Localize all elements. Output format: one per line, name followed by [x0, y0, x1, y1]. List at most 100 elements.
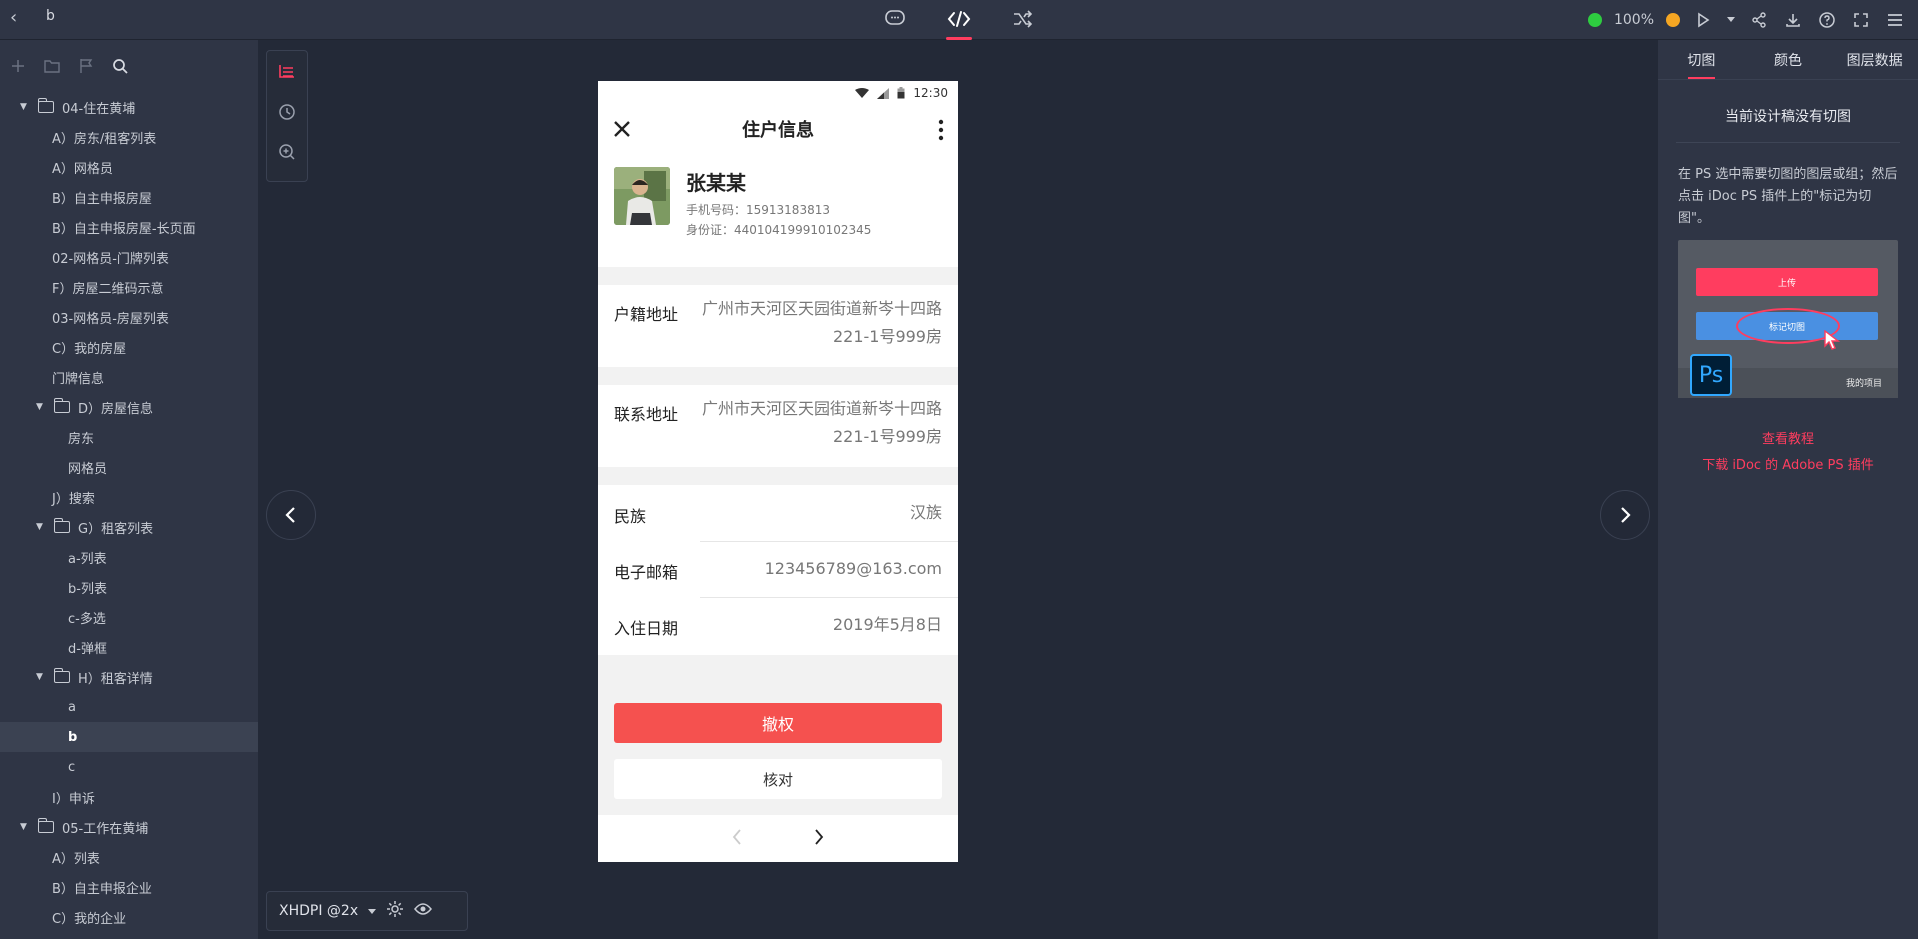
tree-page[interactable]: A）列表 [0, 842, 258, 872]
tree-page[interactable]: c [0, 752, 258, 782]
tree-item-label: c [68, 759, 76, 775]
zoom-out-icon[interactable] [1587, 13, 1602, 27]
tree-folder[interactable]: ▼ 05-工作在黄埔 [0, 812, 258, 842]
detail-list: 民族 汉族 电子邮箱 123456789@163.com 入住日期 2019年5… [598, 485, 958, 655]
tree-item-label: D）房屋信息 [78, 401, 154, 417]
folder-icon [37, 818, 54, 833]
tree-page[interactable]: 门牌信息 [0, 362, 258, 392]
chevron-down-icon[interactable]: ▼ [36, 522, 46, 532]
history-icon[interactable] [278, 103, 296, 125]
play-icon[interactable] [1692, 9, 1714, 31]
fullscreen-icon[interactable] [1850, 9, 1872, 31]
tree-page[interactable]: 03-网格员-房屋列表 [0, 302, 258, 332]
right-panel: 切图 颜色 图层数据 当前设计稿没有切图 在 PS 选中需要切图的图层或组；然后… [1658, 40, 1918, 939]
tree-item-label: B）自主申报房屋 [52, 191, 152, 207]
tree-page[interactable]: C）我的企业 [0, 902, 258, 932]
close-icon[interactable] [610, 117, 634, 141]
comment-icon[interactable] [880, 4, 910, 34]
battery-icon [897, 87, 905, 99]
tree-page[interactable]: B）自主申报企业 [0, 872, 258, 902]
settings-icon[interactable] [386, 900, 404, 922]
tree-page[interactable]: b-列表 [0, 572, 258, 602]
layers-icon[interactable] [278, 63, 296, 85]
tree-item-label: A）网格员 [52, 161, 113, 177]
more-icon[interactable] [938, 119, 944, 145]
tree-page[interactable]: B）自主申报房屋-长页面 [0, 212, 258, 242]
verify-button[interactable]: 核对 [614, 759, 942, 799]
user-name: 张某某 [686, 171, 746, 195]
revoke-button[interactable]: 撤权 [614, 703, 942, 743]
eye-icon[interactable] [414, 902, 433, 920]
move-in-date-value: 2019年5月8日 [832, 615, 942, 634]
user-id-number: 身份证：440104199910102345 [686, 223, 872, 237]
tab-colors[interactable]: 颜色 [1745, 40, 1832, 79]
tree-page[interactable]: 02-网格员-门牌列表 [0, 242, 258, 272]
tree-folder[interactable]: ▼ 04-住在黄埔 [0, 92, 258, 122]
chevron-down-icon[interactable]: ▼ [36, 402, 46, 412]
help-icon[interactable] [1816, 9, 1838, 31]
back-icon[interactable]: ‹ [10, 8, 30, 28]
tree-page[interactable]: A）房东/租客列表 [0, 122, 258, 152]
tree-item-label: C）我的房屋 [52, 341, 127, 357]
chevron-right-icon[interactable] [813, 828, 825, 850]
tree-page[interactable]: d-弹框 [0, 632, 258, 662]
tutorial-link[interactable]: 查看教程 [1658, 428, 1918, 447]
contact-address-row: 联系地址 广州市天河区天园街道新岑十四路 221-1号999房 [598, 385, 958, 467]
tree-item-label: b-列表 [68, 581, 107, 597]
resolution-select[interactable]: XHDPI @2x [279, 903, 358, 919]
tree-item-label: B）自主申报房屋-长页面 [52, 221, 196, 237]
download-icon[interactable] [1782, 9, 1804, 31]
tree-item-label: H）租客详情 [78, 671, 153, 687]
download-plugin-link[interactable]: 下载 iDoc 的 Adobe PS 插件 [1658, 454, 1918, 473]
tree-page[interactable]: 网格员 [0, 452, 258, 482]
tree-item-label: 房东 [68, 431, 95, 447]
folder-add-icon[interactable] [42, 56, 62, 76]
tree-page[interactable]: 房东 [0, 422, 258, 452]
chevron-left-icon[interactable] [731, 828, 743, 850]
menu-icon[interactable] [1884, 9, 1906, 31]
flag-icon[interactable] [76, 56, 96, 76]
instructions: 在 PS 选中需要切图的图层或组；然后点击 iDoc PS 插件上的"标记为切图… [1678, 167, 1898, 226]
search-icon[interactable] [110, 56, 130, 76]
folder-icon [53, 518, 70, 533]
illustration-upload-button: 上传 [1696, 268, 1878, 296]
tree-folder[interactable]: ▼ G）租客列表 [0, 512, 258, 542]
household-address-label: 户籍地址 [614, 305, 679, 324]
signal-icon [877, 87, 890, 99]
chevron-down-icon[interactable]: ▼ [36, 672, 46, 682]
tree-page[interactable]: J）搜索 [0, 482, 258, 512]
canvas-tools [266, 50, 308, 182]
tree-page[interactable]: a-列表 [0, 542, 258, 572]
chevron-down-icon[interactable]: ▼ [20, 102, 30, 112]
code-icon[interactable] [944, 4, 974, 40]
app-title: 住户信息 [742, 120, 814, 141]
tree-page[interactable]: F）房屋二维码示意 [0, 272, 258, 302]
tree-page[interactable]: a [0, 692, 258, 722]
tree-page[interactable]: C）我的房屋 [0, 332, 258, 362]
prev-page-button[interactable] [266, 490, 316, 540]
tree-item-label: A）列表 [52, 851, 100, 867]
chevron-down-icon[interactable] [368, 903, 377, 919]
tab-slices[interactable]: 切图 [1658, 40, 1745, 79]
contact-address-label: 联系地址 [614, 405, 679, 424]
tree-item-label: C）我的企业 [52, 911, 127, 927]
zoom-in-icon[interactable] [1666, 13, 1680, 27]
tab-layer-data[interactable]: 图层数据 [1831, 40, 1918, 79]
tree-page[interactable]: I）申诉 [0, 782, 258, 812]
chevron-down-icon[interactable]: ▼ [20, 822, 30, 832]
tree-page[interactable]: c-多选 [0, 602, 258, 632]
tree-folder[interactable]: ▼ H）租客详情 [0, 662, 258, 692]
zoom-icon[interactable] [278, 143, 296, 165]
tree-page[interactable]: b [0, 722, 258, 752]
add-icon[interactable] [8, 56, 28, 76]
tree-item-label: 02-网格员-门牌列表 [52, 251, 169, 267]
next-page-button[interactable] [1600, 490, 1650, 540]
shuffle-icon[interactable] [1008, 4, 1038, 34]
chevron-down-icon[interactable] [1726, 9, 1736, 31]
tree-page[interactable]: B）自主申报房屋 [0, 182, 258, 212]
tree-page[interactable]: A）网格员 [0, 152, 258, 182]
tree-folder[interactable]: ▼ D）房屋信息 [0, 392, 258, 422]
tree-item-label: B）自主申报企业 [52, 881, 152, 897]
ethnic-label: 民族 [614, 507, 647, 526]
share-icon[interactable] [1748, 9, 1770, 31]
